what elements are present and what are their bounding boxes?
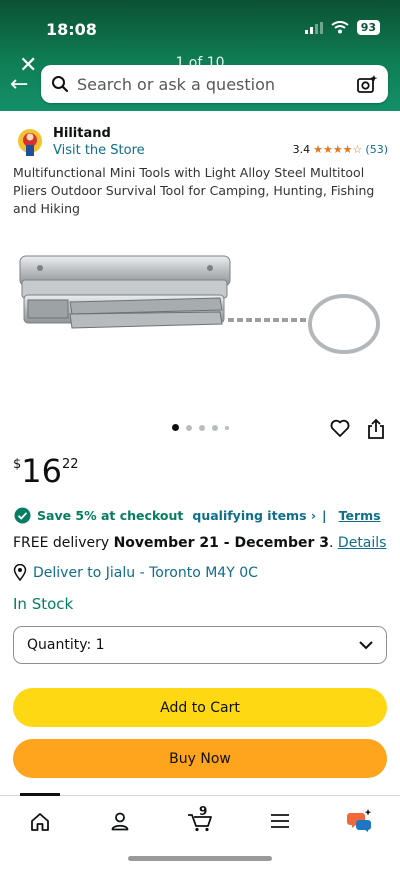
price-whole: 16 — [21, 452, 62, 490]
home-icon — [31, 812, 49, 831]
product-title: Multifunctional Mini Tools with Light Al… — [13, 165, 375, 216]
add-to-cart-button[interactable]: Add to Cart — [13, 688, 387, 727]
search-bar[interactable]: Search or ask a question — [41, 65, 388, 103]
delivery-dates: November 21 - December 3 — [113, 535, 330, 551]
search-icon — [52, 76, 69, 93]
star-rating-icon: ★★★★☆ — [313, 143, 363, 156]
brand-name: Hilitand — [53, 126, 111, 141]
tab-home[interactable] — [20, 806, 60, 836]
share-icon[interactable] — [366, 418, 386, 440]
rating-summary[interactable]: 3.4 ★★★★☆ (53) — [293, 143, 388, 156]
home-indicator[interactable] — [128, 856, 272, 861]
brand-row: Hilitand Visit the Store 3.4 ★★★★☆ (53) — [14, 125, 388, 165]
carousel-dot[interactable] — [211, 424, 218, 431]
price: $ 16 22 — [13, 453, 79, 489]
status-time: 18:08 — [46, 20, 97, 39]
brand-logo[interactable] — [14, 127, 46, 159]
rating-value: 3.4 — [292, 143, 311, 156]
qualifying-items-link[interactable]: qualifying items › — [192, 508, 316, 523]
tab-menu[interactable] — [260, 806, 300, 836]
savings-row: Save 5% at checkout qualifying items › |… — [14, 507, 381, 524]
delivery-suffix: . — [329, 535, 338, 551]
carousel-dot[interactable] — [171, 424, 179, 431]
assistant-chat-icon — [347, 809, 372, 832]
cart-count-badge: 9 — [199, 804, 208, 818]
product-image[interactable] — [10, 240, 390, 370]
deliver-to-text[interactable]: Deliver to Jialu - Toronto M4Y 0C — [33, 565, 258, 581]
tab-cart[interactable]: 9 — [180, 804, 220, 836]
visit-store-link[interactable]: Visit the Store — [53, 143, 145, 158]
tab-rufus-assistant[interactable] — [340, 806, 380, 836]
menu-icon — [271, 814, 289, 828]
search-input[interactable]: Search or ask a question — [77, 75, 356, 94]
heart-icon[interactable] — [330, 419, 350, 438]
carousel-dot[interactable] — [198, 424, 205, 431]
top-header: 18:08 93 ✕ 1 of 10 ← Search or ask a que… — [0, 0, 400, 111]
stock-status: In Stock — [13, 595, 74, 613]
delivery-info: FREE delivery November 21 - December 3. … — [13, 535, 386, 551]
user-icon — [111, 812, 129, 831]
battery-icon: 93 — [356, 20, 380, 35]
active-tab-indicator — [20, 793, 60, 796]
price-currency: $ — [13, 457, 22, 472]
savings-text: Save 5% at checkout — [37, 508, 184, 523]
chevron-down-icon — [359, 640, 373, 649]
camera-search-icon[interactable] — [356, 74, 378, 94]
rating-count[interactable]: (53) — [365, 143, 388, 156]
separator: | — [322, 508, 327, 523]
location-pin-icon — [13, 564, 27, 581]
tab-account[interactable] — [100, 806, 140, 836]
buy-now-button[interactable]: Buy Now — [13, 739, 387, 778]
quantity-select[interactable]: Quantity: 1 — [13, 626, 387, 664]
price-fraction: 22 — [62, 457, 79, 472]
carousel-dot[interactable] — [224, 425, 229, 430]
wifi-icon — [331, 21, 349, 34]
carousel-dot[interactable] — [185, 424, 192, 431]
deliver-to-location[interactable]: Deliver to Jialu - Toronto M4Y 0C — [13, 564, 258, 581]
signal-icon — [304, 21, 323, 34]
check-badge-icon — [14, 507, 31, 524]
quantity-label: Quantity: 1 — [27, 637, 105, 653]
delivery-prefix: FREE delivery — [13, 535, 114, 551]
status-icons: 93 — [304, 20, 380, 35]
delivery-details-link[interactable]: Details — [338, 535, 387, 551]
back-arrow-icon[interactable]: ← — [10, 72, 28, 97]
terms-link[interactable]: Terms — [339, 508, 381, 523]
